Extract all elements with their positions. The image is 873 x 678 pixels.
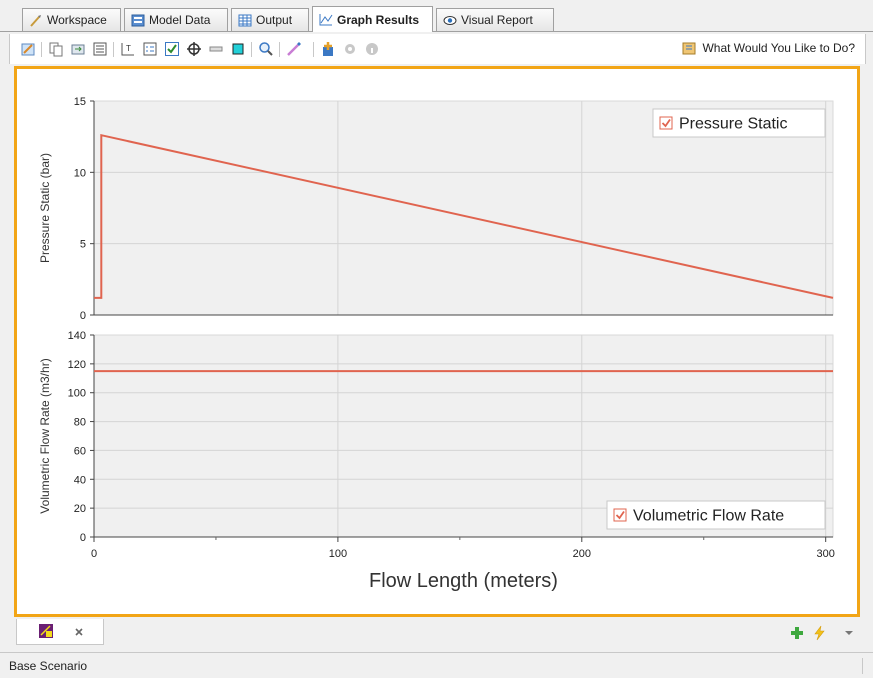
copy-icon[interactable] [48, 41, 64, 57]
add-plot-icon[interactable] [320, 41, 336, 57]
toolbar-separator [113, 42, 114, 57]
toolbar-separator [251, 42, 252, 57]
toolbar-separator [41, 42, 42, 57]
tab-label: Workspace [47, 13, 107, 27]
y-tick-label: 60 [74, 445, 86, 457]
graph-toolbar: T What Would You Like to Do? [9, 34, 866, 64]
help-link[interactable]: What Would You Like to Do? [682, 41, 855, 55]
edit-graph-icon[interactable] [20, 41, 36, 57]
tab-label: Model Data [149, 13, 211, 27]
graph-panel: 0 5 10 15 Pressure Static (bar) Pressure Stat… [14, 66, 860, 617]
eye-icon [443, 14, 457, 27]
crosshair-icon[interactable] [186, 41, 202, 57]
list-icon[interactable] [92, 41, 108, 57]
status-bar: Base Scenario [0, 652, 873, 678]
y-tick-label: 0 [80, 310, 86, 322]
y-axis-label: Pressure Static (bar) [38, 153, 52, 263]
x-tick-label: 0 [91, 548, 97, 560]
tab-visual-report[interactable]: Visual Report [436, 8, 554, 31]
legend-icon[interactable] [142, 41, 158, 57]
tab-model-data[interactable]: Model Data [124, 8, 228, 31]
y-tick-label: 15 [74, 96, 86, 108]
tab-strip: Workspace Model Data Output Graph Result… [0, 0, 873, 32]
toolbar-separator [313, 42, 314, 57]
tab-label: Graph Results [337, 12, 420, 27]
y-tick-label: 5 [80, 239, 86, 251]
export-icon[interactable] [70, 41, 86, 57]
workspace-icon [29, 14, 43, 27]
legend-checkbox [659, 116, 673, 130]
help-icon [682, 42, 696, 55]
cyan-square-icon[interactable] [230, 41, 246, 57]
tab-label: Output [256, 13, 293, 27]
info-icon[interactable] [364, 41, 380, 57]
x-tick-label: 300 [817, 548, 835, 560]
gear-icon[interactable] [342, 41, 358, 57]
lightning-icon[interactable] [811, 625, 827, 641]
legend-label: Volumetric Flow Rate [633, 508, 784, 525]
graph-tab-icon [39, 624, 53, 638]
y-tick-label: 100 [68, 388, 86, 400]
pen-icon[interactable] [286, 41, 302, 57]
graph-results-icon [319, 13, 333, 26]
graph-tab-strip [9, 619, 864, 649]
y-axis-label: Volumetric Flow Rate (m3/hr) [38, 358, 52, 513]
y-tick-label: 140 [68, 330, 86, 342]
y-tick-label: 0 [80, 532, 86, 544]
tab-graph-results[interactable]: Graph Results [312, 6, 433, 32]
model-data-icon [131, 14, 145, 27]
checkbox-icon[interactable] [164, 41, 180, 57]
x-axis-label: Flow Length (meters) [369, 570, 558, 592]
x-tick-label: 100 [329, 548, 347, 560]
help-label: What Would You Like to Do? [702, 41, 855, 55]
status-grip [862, 658, 863, 674]
tab-output[interactable]: Output [231, 8, 309, 31]
y-tick-label: 10 [74, 167, 86, 179]
legend-label: Pressure Static [679, 116, 787, 133]
y-tick-label: 120 [68, 359, 86, 371]
toolbar-separator [279, 42, 280, 57]
axis-text-icon[interactable]: T [120, 41, 136, 57]
close-icon[interactable] [74, 627, 84, 637]
zoom-icon[interactable] [258, 41, 274, 57]
y-tick-label: 40 [74, 474, 86, 486]
y-tick-label: 20 [74, 503, 86, 515]
output-icon [238, 14, 252, 27]
tab-divider [0, 31, 873, 32]
minus-bar-icon[interactable] [208, 41, 224, 57]
svg-text:T: T [126, 44, 131, 53]
x-tick-label: 200 [573, 548, 591, 560]
y-tick-label: 80 [74, 417, 86, 429]
legend-checkbox [613, 508, 627, 522]
tab-workspace[interactable]: Workspace [22, 8, 121, 31]
tab-label: Visual Report [461, 13, 533, 27]
add-graph-icon[interactable] [789, 625, 805, 641]
scenario-label: Base Scenario [9, 659, 88, 673]
graph-canvas[interactable]: 0 5 10 15 Pressure Static (bar) Pressure Stat… [17, 69, 857, 614]
graph-tab[interactable] [16, 619, 104, 645]
chevron-down-icon[interactable] [844, 628, 854, 638]
